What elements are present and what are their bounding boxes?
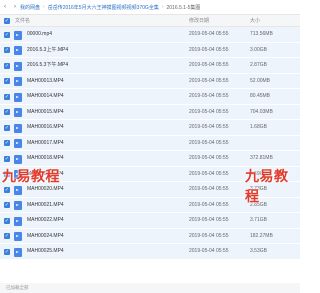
file-row[interactable]: ✓ MAH00016.MP4 2019-05-04 05:55 1.68GB: [0, 120, 300, 136]
row-checkbox[interactable]: ✓: [4, 217, 10, 224]
row-checkbox[interactable]: ✓: [4, 62, 10, 69]
file-row[interactable]: ✓ 00000.mp4 2019-05-04 05:55 713.56MB: [0, 27, 300, 43]
file-row[interactable]: ✓ 2016.5.3上午.MP4 2019-05-04 05:55 3.00GB: [0, 42, 300, 58]
file-name[interactable]: MAH00018.MP4: [27, 151, 64, 166]
file-modified-date: 2019-05-04 05:55: [189, 93, 229, 99]
watermark-left: 九易教程: [2, 168, 60, 184]
row-checkbox[interactable]: ✓: [4, 155, 10, 162]
file-name[interactable]: 00000.mp4: [27, 27, 52, 42]
row-checkbox[interactable]: ✓: [4, 233, 10, 240]
select-all-checkbox[interactable]: ✓: [4, 18, 10, 24]
file-name[interactable]: 2016.5.3上午.MP4: [27, 43, 68, 58]
breadcrumb-separator: ›: [161, 4, 164, 10]
column-header-date[interactable]: 修改日期: [189, 15, 209, 27]
file-size: 2.87GB: [250, 62, 267, 68]
file-size: 372.81MB: [250, 155, 273, 161]
file-row[interactable]: ✓ MAH00022.MP4 2019-05-04 05:55 3.71GB: [0, 213, 300, 229]
file-size: 3.00GB: [250, 46, 267, 53]
file-modified-date: 2019-05-04 05:55: [189, 31, 229, 37]
row-checkbox[interactable]: ✓: [4, 202, 10, 209]
file-row[interactable]: ✓ MAH00014.MP4 2019-05-04 05:55 80.45MB: [0, 89, 300, 105]
file-name[interactable]: MAH00016.MP4: [27, 120, 64, 135]
video-file-icon: [14, 139, 22, 148]
video-file-icon: [14, 77, 22, 86]
breadcrumb-separator: ›: [43, 4, 45, 10]
file-size: 80.45MB: [250, 93, 271, 99]
file-modified-date: 2019-05-04 05:55: [189, 108, 229, 115]
file-size: 182.27MB: [250, 232, 273, 239]
file-row[interactable]: ✓ MAH00024.MP4 2019-05-04 05:55 182.27MB: [0, 228, 300, 244]
column-header-name[interactable]: 文件名: [15, 15, 30, 27]
file-modified-date: 2019-05-04 05:55: [189, 124, 229, 130]
file-size: 1.68GB: [250, 124, 267, 130]
file-row[interactable]: ✓ MAH00015.MP4 2019-05-04 05:55 704.03MB: [0, 104, 300, 120]
row-checkbox[interactable]: ✓: [4, 186, 10, 193]
breadcrumb-root[interactable]: 我的网盘: [20, 4, 40, 11]
row-checkbox[interactable]: ✓: [4, 78, 10, 85]
file-modified-date: 2019-05-04 05:55: [189, 232, 229, 239]
file-row[interactable]: ✓ MAH00013.MP4 2019-05-04 05:55 52.00MB: [0, 73, 300, 89]
file-modified-date: 2019-05-04 05:55: [189, 170, 229, 177]
file-size: 704.03MB: [250, 108, 273, 115]
file-modified-date: 2019-05-04 05:55: [189, 46, 229, 53]
forward-arrow-icon[interactable]: ›: [10, 0, 20, 14]
file-name[interactable]: MAH00021.MP4: [27, 198, 64, 213]
file-name[interactable]: MAH00017.MP4: [27, 136, 64, 151]
file-modified-date: 2019-05-04 05:55: [189, 77, 229, 84]
file-modified-date: 2019-05-04 05:55: [189, 201, 229, 208]
row-checkbox[interactable]: ✓: [4, 248, 10, 255]
row-checkbox[interactable]: ✓: [4, 93, 10, 100]
video-file-icon: [14, 30, 22, 40]
table-header: ✓ 文件名 修改日期 大小: [0, 14, 300, 27]
video-file-icon: [14, 46, 22, 55]
video-file-icon: [14, 185, 22, 195]
video-file-icon: [14, 201, 22, 210]
video-file-icon: [14, 123, 22, 133]
row-checkbox[interactable]: ✓: [4, 47, 10, 54]
back-arrow-icon[interactable]: ‹: [0, 0, 10, 14]
file-name[interactable]: MAH00024.MP4: [27, 229, 64, 244]
file-modified-date: 2019-05-04 05:55: [189, 155, 229, 161]
file-size: 3.53GB: [250, 248, 267, 254]
file-size: 52.00MB: [250, 77, 271, 84]
video-file-icon: [14, 247, 22, 257]
file-list: ✓ 00000.mp4 2019-05-04 05:55 713.56MB ✓ 2016.…: [0, 27, 300, 260]
file-size: 3.71GB: [250, 217, 267, 223]
video-file-icon: [14, 216, 22, 226]
file-name[interactable]: MAH00013.MP4: [27, 74, 64, 89]
file-modified-date: 2019-05-04 05:55: [189, 139, 229, 146]
file-row[interactable]: ✓ 2016.5.3下午.MP4 2019-05-04 05:55 2.87GB: [0, 58, 300, 74]
video-file-icon: [14, 154, 22, 164]
file-modified-date: 2019-05-04 05:55: [189, 186, 229, 192]
row-checkbox[interactable]: ✓: [4, 31, 10, 38]
file-name[interactable]: 2016.5.3下午.MP4: [27, 58, 68, 73]
row-checkbox[interactable]: ✓: [4, 124, 10, 131]
file-modified-date: 2019-05-04 05:55: [189, 248, 229, 254]
row-checkbox[interactable]: ✓: [4, 140, 10, 147]
breadcrumb-parent[interactable]: 岳岳传2016年5月大六王神摸图视频视频370G全集: [48, 4, 159, 11]
file-name[interactable]: MAH00022.MP4: [27, 213, 64, 228]
file-name[interactable]: MAH00015.MP4: [27, 105, 64, 120]
file-name[interactable]: MAH00025.MP4: [27, 244, 64, 259]
file-row[interactable]: ✓ MAH00018.MP4 2019-05-04 05:55 372.81MB: [0, 151, 300, 167]
list-footer: 已加载全部: [0, 283, 300, 293]
breadcrumb-current: 2016.5.1-5集图: [166, 4, 201, 11]
file-size: 713.56MB: [250, 31, 273, 37]
file-row[interactable]: ✓ MAH00025.MP4 2019-05-04 05:55 3.53GB: [0, 244, 300, 260]
breadcrumb-bar: ‹ › 我的网盘 › 岳岳传2016年5月大六王神摸图视频视频370G全集 › …: [0, 0, 300, 14]
file-name[interactable]: MAH00014.MP4: [27, 89, 64, 104]
video-file-icon: [14, 108, 22, 117]
video-file-icon: [14, 61, 22, 71]
file-modified-date: 2019-05-04 05:55: [189, 62, 229, 68]
row-checkbox[interactable]: ✓: [4, 109, 10, 116]
file-modified-date: 2019-05-04 05:55: [189, 217, 229, 223]
video-file-icon: [14, 92, 22, 102]
column-header-size[interactable]: 大小: [250, 15, 260, 27]
file-row[interactable]: ✓ MAH00017.MP4 2019-05-04 05:55: [0, 135, 300, 151]
video-file-icon: [14, 232, 22, 241]
watermark-right: 九易教程: [245, 168, 289, 204]
